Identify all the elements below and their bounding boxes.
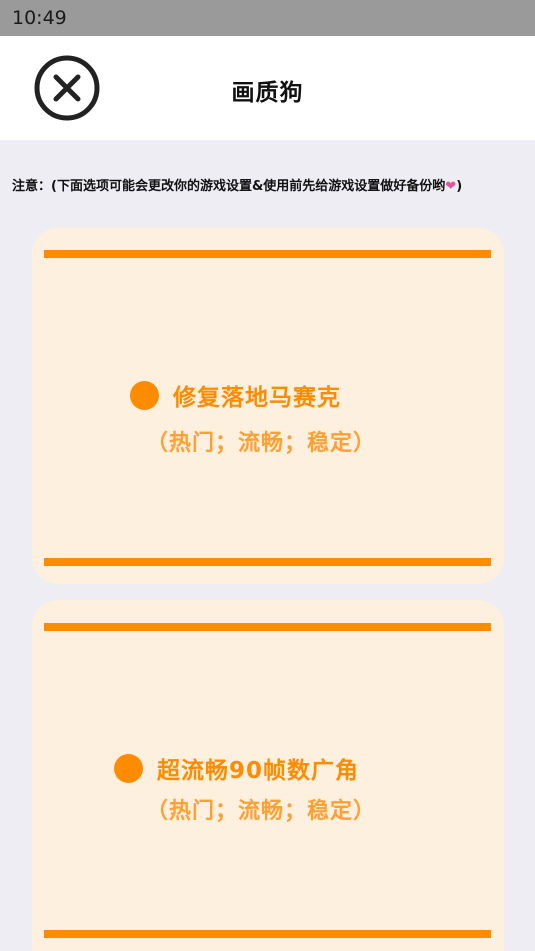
option-card-90fps-wide[interactable]: 超流畅90帧数广角 （热门；流畅；稳定） — [32, 600, 504, 951]
card-top-rule — [44, 623, 491, 631]
option-name: 超流畅90帧数广角 — [157, 758, 360, 784]
status-time: 10:49 — [12, 7, 67, 29]
card-bottom-rule — [44, 930, 491, 938]
option-title-row: 修复落地马赛克 — [130, 378, 341, 412]
notice-text: 注意：(下面选项可能会更改你的游戏设置&使用前先给游戏设置做好备份哟❤) — [12, 175, 532, 194]
card-bottom-rule — [44, 558, 491, 566]
notice-close-paren: ) — [456, 179, 463, 194]
option-card-fix-mosaic[interactable]: 修复落地马赛克 （热门；流畅；稳定） — [32, 228, 504, 584]
status-bar: 10:49 — [0, 0, 535, 36]
heart-icon: ❤ — [445, 179, 457, 194]
notice-message: 注意：(下面选项可能会更改你的游戏设置&使用前先给游戏设置做好备份哟 — [12, 179, 446, 194]
option-tags: （热门；流畅；稳定） — [146, 431, 377, 456]
card-top-rule — [44, 250, 491, 258]
option-name: 修复落地马赛克 — [173, 385, 341, 411]
header: 画质狗 — [0, 36, 535, 140]
page-title: 画质狗 — [231, 80, 304, 106]
dot-icon — [114, 753, 143, 783]
option-title-row: 超流畅90帧数广角 — [114, 751, 359, 785]
dot-icon — [130, 380, 159, 410]
option-tags: （热门；流畅；稳定） — [146, 799, 377, 824]
